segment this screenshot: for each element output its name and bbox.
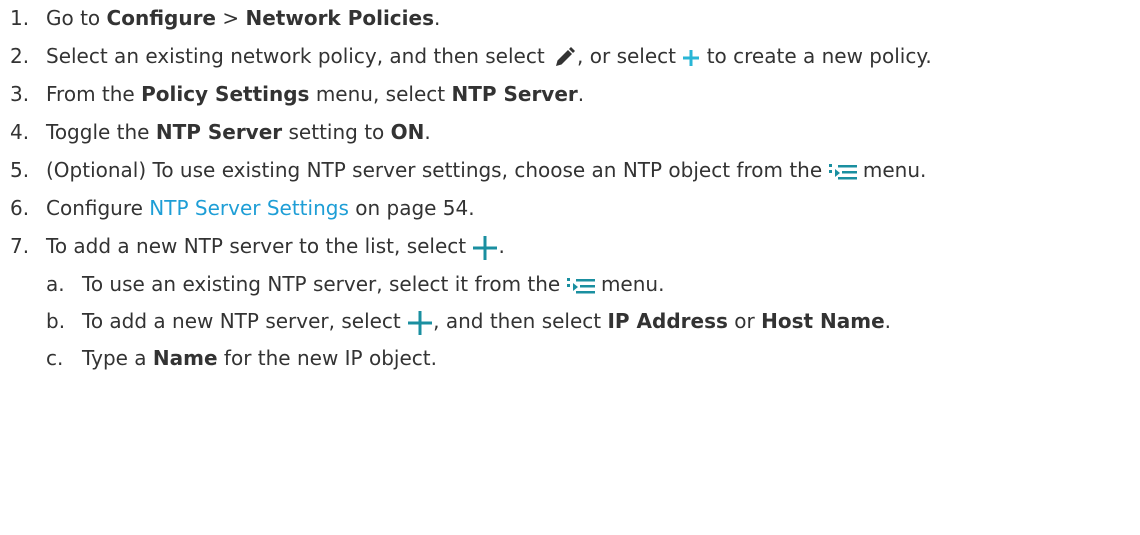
text-run: Configure xyxy=(46,196,150,220)
option-host-name: Host Name xyxy=(761,309,885,333)
plus-icon xyxy=(472,235,498,261)
link-ntp-server-settings[interactable]: NTP Server Settings xyxy=(149,196,349,220)
text-run: . xyxy=(577,82,585,106)
step-text: Go to Configure > Network Policies. xyxy=(46,4,1130,33)
text-run: To use an existing NTP server, select it… xyxy=(82,272,567,296)
text-run: menu. xyxy=(856,158,927,182)
text-run: for the new IP object. xyxy=(217,346,437,370)
text-run: or xyxy=(727,309,762,333)
text-run: Type a xyxy=(82,346,153,370)
substep-letter: a. xyxy=(46,272,65,296)
substeps: a. To use an existing NTP server, select… xyxy=(10,270,1130,373)
substep-c: c. Type a Name for the new IP object. xyxy=(46,344,1130,373)
setting-ntp-server: NTP Server xyxy=(155,120,283,144)
text-run: . xyxy=(424,120,431,144)
step-5: 5. (Optional) To use existing NTP server… xyxy=(10,156,1130,185)
step-number: 6. xyxy=(10,196,30,220)
text-run: > xyxy=(216,6,246,30)
step-text: Toggle the NTP Server setting to ON. xyxy=(46,118,1130,147)
step-text: Configure NTP Server Settings on page 54… xyxy=(46,194,1130,223)
substep-letter: c. xyxy=(46,346,64,370)
step-number: 4. xyxy=(10,120,30,144)
step-text: (Optional) To use existing NTP server se… xyxy=(46,156,1130,185)
text-run: to create a new policy. xyxy=(700,44,932,68)
option-ip-address: IP Address xyxy=(607,309,728,333)
text-run: To add a new NTP server, select xyxy=(82,309,408,333)
step-6: 6. Configure NTP Server Settings on page… xyxy=(10,194,1130,223)
step-7: 7. To add a new NTP server to the list, … xyxy=(10,232,1130,261)
text-run: From the xyxy=(46,82,142,106)
text-run: , and then select xyxy=(433,309,608,333)
step-4: 4. Toggle the NTP Server setting to ON. xyxy=(10,118,1130,147)
text-run: . xyxy=(884,309,891,333)
step-2: 2. Select an existing network policy, an… xyxy=(10,42,1130,71)
step-number: 5. xyxy=(10,158,30,182)
procedure-steps: 1. Go to Configure > Network Policies. 2… xyxy=(0,0,1130,373)
text-run: . xyxy=(433,6,441,30)
step-number: 1. xyxy=(10,6,30,30)
menu-policy-settings: Policy Settings xyxy=(141,82,310,106)
step-3: 3. From the Policy Settings menu, select… xyxy=(10,80,1130,109)
step-number: 2. xyxy=(10,44,30,68)
text-run: menu. xyxy=(594,272,665,296)
select-list-icon xyxy=(566,276,595,296)
text-run: To add a new NTP server to the list, sel… xyxy=(46,234,473,258)
menu-network-policies: Network Policies xyxy=(245,6,434,30)
plus-icon xyxy=(407,310,433,336)
text-run: Toggle the xyxy=(46,120,156,144)
menu-configure: Configure xyxy=(106,6,216,30)
step-text: Select an existing network policy, and t… xyxy=(46,42,1130,71)
text-run: (Optional) To use existing NTP server se… xyxy=(46,158,829,182)
field-name: Name xyxy=(152,346,218,370)
text-run: Select an existing network policy, and t… xyxy=(46,44,552,68)
step-text: From the Policy Settings menu, select NT… xyxy=(46,80,1130,109)
substep-text: Type a Name for the new IP object. xyxy=(82,344,1130,373)
step-text: To add a new NTP server to the list, sel… xyxy=(46,232,1130,261)
pencil-icon xyxy=(551,45,577,71)
substep-letter: b. xyxy=(46,309,66,333)
step-number: 3. xyxy=(10,82,30,106)
text-run: setting to xyxy=(282,120,391,144)
text-run: Go to xyxy=(46,6,107,30)
value-on: ON xyxy=(390,120,425,144)
text-run: , or select xyxy=(577,44,683,68)
plus-icon xyxy=(682,49,700,67)
step-number: 7. xyxy=(10,234,30,258)
text-run: . xyxy=(498,234,505,258)
substep-text: To add a new NTP server, select , and th… xyxy=(82,307,1130,336)
text-run: menu, select xyxy=(309,82,452,106)
menu-ntp-server: NTP Server xyxy=(451,82,578,106)
step-1: 1. Go to Configure > Network Policies. xyxy=(10,4,1130,33)
select-list-icon xyxy=(828,162,857,182)
substep-text: To use an existing NTP server, select it… xyxy=(82,270,1130,299)
substep-a: a. To use an existing NTP server, select… xyxy=(46,270,1130,299)
substep-b: b. To add a new NTP server, select , and… xyxy=(46,307,1130,336)
text-run: on page 54. xyxy=(348,196,475,220)
